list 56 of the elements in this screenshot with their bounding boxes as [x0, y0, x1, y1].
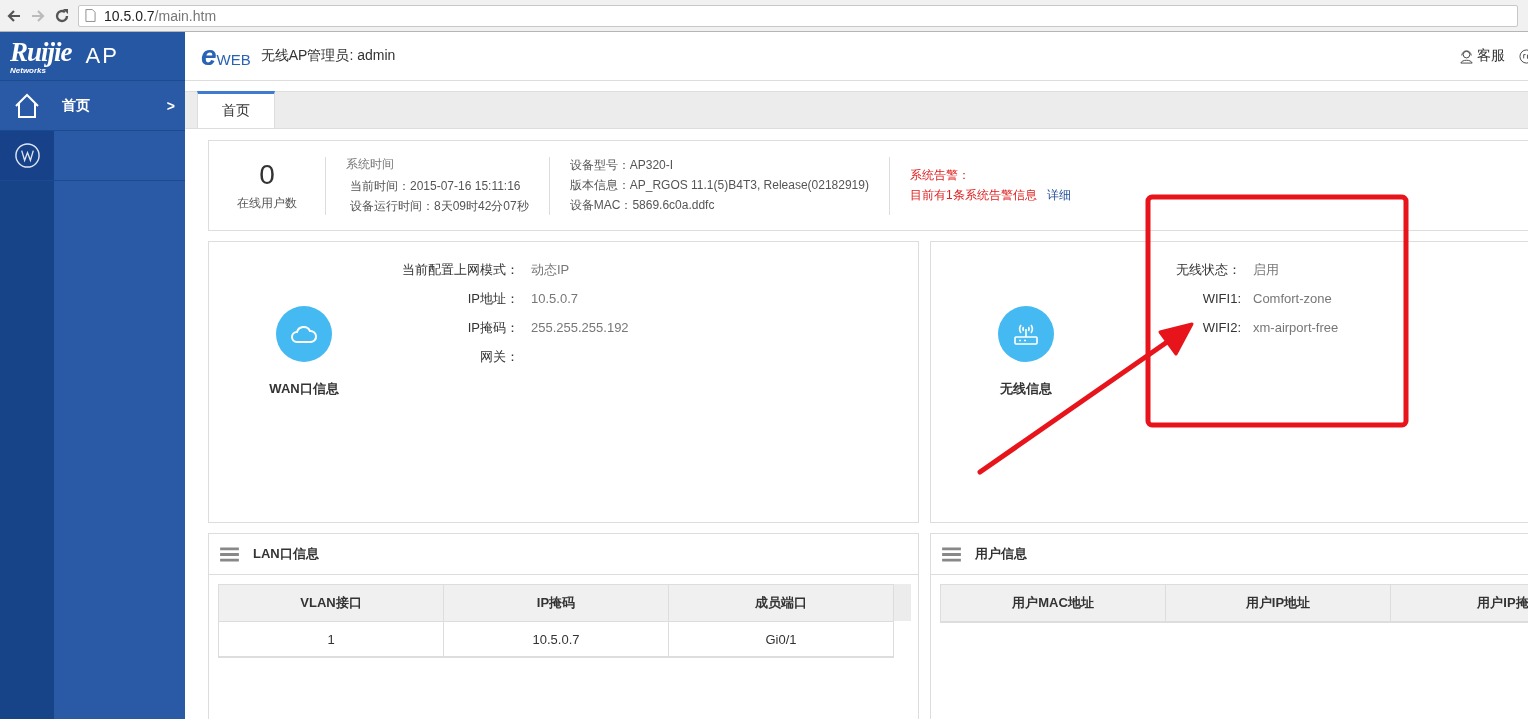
system-time-row-text: 设备运行时间：8天09时42分07秒 — [349, 198, 529, 215]
admin-title: 无线AP管理员: admin — [260, 47, 396, 65]
sidebar-item[interactable]: 首页 > — [0, 81, 185, 131]
page-icon — [85, 9, 96, 22]
field-value: 255.255.255.192 — [531, 319, 629, 337]
column-header: 用户MAC地址 — [941, 585, 1166, 622]
panel-title: LAN口信息 — [253, 545, 319, 563]
column-header: 成员端口 — [669, 585, 894, 622]
tab[interactable]: 首页 — [197, 91, 275, 128]
field-value: Comfort-zone — [1253, 290, 1333, 308]
brand-logo: Ruijie — [10, 37, 72, 68]
field-label: 网关： — [479, 348, 519, 366]
alarm-title: 系统告警： — [909, 167, 971, 184]
field-value: 动态IP — [531, 261, 571, 279]
panel-title: 无线信息 — [1000, 380, 1052, 398]
home-icon — [13, 91, 41, 120]
address-bar[interactable]: 10.5.0.7/main.htm — [78, 4, 1518, 27]
field-label: WIFI2: — [1201, 319, 1241, 337]
panel-title: 用户信息 — [975, 545, 1027, 563]
back-icon[interactable] — [6, 7, 22, 24]
field-label: 当前配置上网模式： — [401, 261, 519, 279]
eweb-logo-mark: e — [201, 42, 217, 70]
online-user-count: 0 — [259, 159, 275, 191]
panel-title: WAN口信息 — [269, 380, 339, 398]
field-label: 无线状态： — [1175, 261, 1241, 279]
device-info-row: 版本信息：AP_RGOS 11.1(5)B4T3, Release(02182919) — [569, 177, 869, 194]
column-header: VLAN接口 — [219, 585, 444, 622]
field-label: IP掩码： — [466, 319, 519, 337]
system-time-title: 系统时间 — [346, 156, 395, 173]
device-info-row-text: 设备MAC：5869.6c0a.ddfc — [569, 197, 716, 214]
alarm-message: 目前有1条系统告警信息 — [909, 188, 1037, 202]
menu-icon — [942, 546, 961, 562]
table-cell: 1 — [219, 622, 444, 657]
column-header: 用户IP掩 — [1391, 585, 1528, 622]
field-value: 10.5.0.7 — [531, 290, 579, 308]
field-value: xm-airport-free — [1253, 319, 1339, 337]
system-time-row-text: 当前时间：2015-07-16 15:11:16 — [349, 178, 522, 195]
product-name: AP — [85, 43, 119, 69]
menu-icon — [220, 546, 239, 562]
column-header: 用户IP地址 — [1166, 585, 1391, 622]
support-link[interactable]: 客服 — [1459, 47, 1505, 65]
field-value: 启用 — [1253, 261, 1280, 279]
online-user-label: 在线用户数 — [237, 195, 297, 212]
scrollbar-track — [894, 584, 911, 621]
brand-tagline: Networks — [10, 66, 46, 75]
column-header: IP掩码 — [444, 585, 669, 622]
details-link[interactable]: 详细 — [1046, 188, 1071, 202]
field-label: IP地址： — [466, 290, 519, 308]
table-cell: Gi0/1 — [669, 622, 894, 657]
w-circle-icon — [13, 142, 41, 169]
field-label: WIFI1: — [1201, 290, 1241, 308]
eweb-logo-text: WEB — [216, 50, 251, 68]
device-info-row-text: 设备型号：AP320-I — [569, 157, 675, 174]
table-cell: 10.5.0.7 — [444, 622, 669, 657]
reload-icon[interactable] — [54, 7, 70, 24]
headset-person-icon[interactable] — [1459, 48, 1474, 64]
